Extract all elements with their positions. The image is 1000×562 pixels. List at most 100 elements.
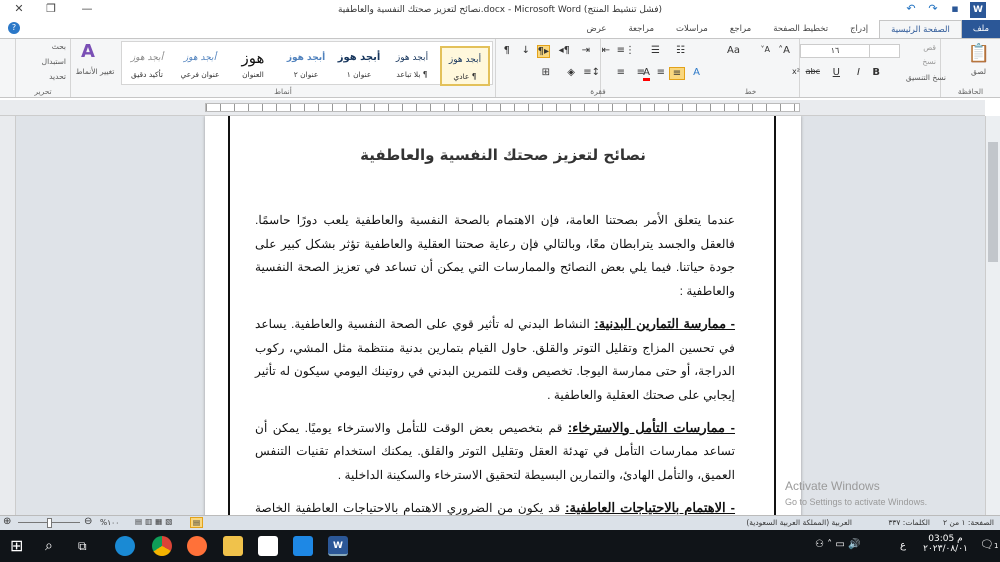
task-view-icon[interactable]: ⧉	[78, 536, 98, 556]
document-title: نصائح لتعزيز صحتك النفسية والعاطفية	[360, 146, 646, 164]
zoom-slider-thumb[interactable]	[47, 518, 52, 528]
search-icon[interactable]: ⌕	[45, 536, 65, 556]
document-body[interactable]: عندما يتعلق الأمر بصحتنا العامة، فإن الا…	[255, 209, 735, 515]
rtl-direction-icon[interactable]: ▸¶	[536, 45, 550, 58]
bullets-icon[interactable]: ☷	[676, 45, 685, 56]
section-heading: - الاهتمام بالاحتياجات العاطفية:	[565, 499, 736, 515]
intro-paragraph: عندما يتعلق الأمر بصحتنا العامة، فإن الا…	[255, 213, 735, 299]
edge-icon[interactable]	[115, 536, 135, 556]
store-icon[interactable]	[258, 536, 278, 556]
multilevel-list-icon[interactable]: ⋮≡	[617, 45, 635, 56]
print-layout-view-icon[interactable]: ▤	[190, 517, 204, 528]
window-title: نصائح لتعزيز صحتك النفسية والعاطفية.docx…	[337, 5, 663, 15]
status-bar: الصفحة: ١ من ٢ الكلمات: ٣٣٧ العربية (الم…	[0, 515, 1000, 530]
style-heading-2[interactable]: أبجد هوز عنوان ٢	[281, 46, 331, 86]
tab-mailings[interactable]: مراسلات	[665, 20, 719, 38]
language-status[interactable]: العربية (المملكة العربية السعودية)	[746, 518, 852, 527]
save-icon[interactable]: ▪	[944, 2, 966, 18]
grow-font-icon[interactable]: A˄	[778, 45, 790, 56]
tab-view[interactable]: عرض	[575, 20, 617, 38]
tab-insert[interactable]: إدراج	[839, 20, 879, 38]
notifications-icon[interactable]: 🗨1	[980, 538, 998, 551]
align-left-button[interactable]: ≡	[637, 67, 645, 78]
numbering-icon[interactable]: ☰	[651, 45, 660, 56]
word-logo-icon: W	[970, 2, 986, 18]
shrink-font-icon[interactable]: A˅	[761, 45, 770, 54]
increase-indent-icon[interactable]: ⇥	[582, 45, 590, 56]
editing-group: بحث استبدال تحديد تحرير	[15, 39, 70, 97]
restore-button[interactable]: ❐	[40, 2, 62, 18]
vertical-ruler[interactable]	[0, 116, 16, 515]
word-taskbar-icon[interactable]: W	[328, 536, 348, 556]
sort-icon[interactable]: ↓	[522, 45, 530, 56]
vertical-scrollbar[interactable]	[985, 116, 1000, 515]
tab-references[interactable]: مراجع	[719, 20, 762, 38]
activation-watermark: Activate Windows Go to Settings to activa…	[785, 479, 928, 507]
style-normal[interactable]: أبجد هوز ¶ عادي	[440, 46, 490, 86]
document-page[interactable]: نصائح لتعزيز صحتك النفسية والعاطفية عندم…	[205, 116, 801, 515]
word-count[interactable]: الكلمات: ٣٣٧	[888, 518, 930, 527]
shading-icon[interactable]: ◈	[567, 67, 575, 78]
tray-icons[interactable]: ⚇ ˄ ▭ 🔊	[815, 539, 860, 550]
strikethrough-button[interactable]: abc	[806, 67, 820, 76]
align-right-button[interactable]: ≡	[669, 67, 685, 80]
title-bar: نصائح لتعزيز صحتك النفسية والعاطفية.docx…	[0, 0, 1000, 20]
help-icon[interactable]: ?	[8, 22, 20, 34]
section-heading: - ممارسات التأمل والاسترخاء:	[567, 419, 735, 435]
clock[interactable]: 03:05 م ٢٠٢٣/٠٨/٠١	[918, 534, 973, 554]
scrollbar-thumb[interactable]	[988, 142, 998, 262]
borders-icon[interactable]: ⊞	[542, 67, 550, 78]
zoom-out-icon[interactable]: ⊖	[84, 516, 92, 527]
find-button[interactable]: بحث	[52, 42, 66, 51]
style-subtle-emphasis[interactable]: أبجد هوز تأكيد دقيق	[122, 46, 172, 86]
italic-button[interactable]: I	[857, 67, 860, 78]
undo-icon[interactable]: ↶	[900, 2, 922, 18]
line-spacing-icon[interactable]: ↕≡	[583, 67, 600, 78]
styles-group: أبجد هوز ¶ عادي أبجد هوز ¶ بلا تباعد أبجد …	[70, 39, 495, 97]
section-paragraph: - الاهتمام بالاحتياجات العاطفية: قد يكون…	[255, 496, 735, 515]
tab-page-layout[interactable]: تخطيط الصفحة	[762, 20, 839, 38]
styles-gallery: أبجد هوز ¶ عادي أبجد هوز ¶ بلا تباعد أبجد …	[121, 41, 493, 86]
view-buttons-icon[interactable]: ▤▥▦▧	[135, 517, 175, 526]
change-styles-button[interactable]: تغيير الأنماط	[75, 67, 115, 76]
page-count[interactable]: الصفحة: ١ من ٢	[943, 518, 994, 527]
zoom-level[interactable]: %١٠٠	[100, 518, 119, 527]
zoom-in-icon[interactable]: ⊕	[3, 516, 11, 527]
close-button[interactable]: ✕	[8, 2, 30, 18]
style-title[interactable]: هوز العنوان	[228, 46, 278, 86]
horizontal-ruler[interactable]	[0, 100, 985, 116]
underline-button[interactable]: U	[833, 67, 840, 78]
ltr-direction-icon[interactable]: ¶◂	[559, 45, 570, 56]
show-marks-icon[interactable]: ¶	[504, 45, 510, 56]
section-paragraph: - ممارسات التأمل والاسترخاء: قم بتخصيص ب…	[255, 416, 735, 488]
justify-button[interactable]: ≡	[617, 67, 625, 78]
style-subtitle[interactable]: أبجد هوز عنوان فرعي	[175, 46, 225, 86]
chrome-icon[interactable]	[152, 536, 172, 556]
change-case-icon[interactable]: Aa	[727, 45, 740, 56]
font-size-field[interactable]: ١٦	[800, 44, 870, 58]
file-explorer-icon[interactable]	[223, 536, 243, 556]
mail-icon[interactable]	[293, 536, 313, 556]
start-icon[interactable]: ⊞	[10, 536, 30, 556]
style-heading-1[interactable]: أبجد هوز عنوان ١	[334, 46, 384, 86]
tab-review[interactable]: مراجعة	[618, 20, 666, 38]
select-button[interactable]: تحديد	[49, 72, 66, 81]
tab-file[interactable]: ملف	[961, 20, 1000, 38]
superscript-icon[interactable]: x²	[792, 67, 800, 76]
change-styles-icon[interactable]: A	[81, 41, 95, 62]
redo-icon[interactable]: ↷	[922, 2, 944, 18]
text-effects-icon[interactable]: A	[693, 67, 700, 78]
decrease-indent-icon[interactable]: ⇤	[602, 45, 610, 56]
bold-button[interactable]: B	[872, 67, 880, 78]
minimize-button[interactable]: —	[76, 2, 98, 18]
style-no-spacing[interactable]: أبجد هوز ¶ بلا تباعد	[387, 46, 437, 86]
section-heading: - ممارسة التمارين البدنية:	[594, 315, 736, 331]
tab-home[interactable]: الصفحة الرئيسية	[879, 20, 962, 38]
document-area: نصائح لتعزيز صحتك النفسية والعاطفية عندم…	[0, 116, 985, 515]
input-language[interactable]: ع	[900, 540, 906, 551]
ribbon: 📋 لصق الحافظة قص نسخ نسخ التنسيق Arial B…	[0, 38, 1000, 98]
replace-button[interactable]: استبدال	[42, 57, 66, 66]
section-paragraph: - ممارسة التمارين البدنية: النشاط البدني…	[255, 312, 735, 408]
firefox-icon[interactable]	[187, 536, 207, 556]
center-button[interactable]: ≡	[657, 67, 665, 78]
